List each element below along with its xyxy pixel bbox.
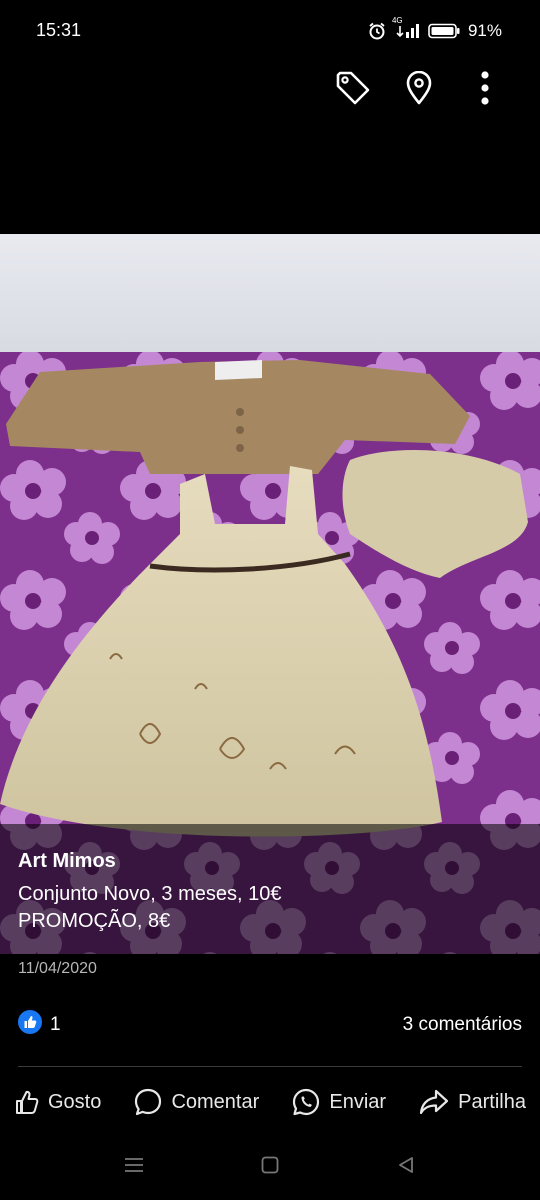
top-actions [320, 68, 518, 112]
share-label: Partilha [458, 1090, 526, 1113]
system-nav-bar [0, 1142, 540, 1192]
like-button[interactable]: Gosto [14, 1088, 101, 1116]
post-date: 11/04/2020 [18, 960, 97, 977]
location-pin-icon [405, 70, 433, 110]
photo-illustration [0, 234, 540, 954]
home-button[interactable] [256, 1153, 284, 1181]
location-button[interactable] [386, 68, 452, 112]
send-button[interactable]: Enviar [291, 1087, 386, 1117]
post-photo[interactable] [0, 234, 540, 954]
comment-bubble-icon [133, 1087, 163, 1117]
network-type: 4G [391, 16, 403, 25]
like-count: 1 [50, 1014, 61, 1035]
status-bar: 15:31 4G 91% [0, 0, 540, 62]
back-button[interactable] [392, 1153, 420, 1181]
caption-line-1: Conjunto Novo, 3 meses, 10€ [18, 883, 282, 905]
comment-label: Comentar [171, 1090, 260, 1113]
tag-icon [334, 69, 372, 112]
signal-icon: 4G [392, 16, 420, 40]
status-icons: 4G 91% [368, 16, 502, 44]
caption-line-2: PROMOÇÃO, 8€ [18, 910, 171, 932]
send-label: Enviar [329, 1090, 387, 1113]
share-button[interactable]: Partilha [418, 1088, 526, 1116]
comments-count[interactable]: 3 comentários [403, 1014, 522, 1036]
thumbs-up-icon [14, 1088, 40, 1116]
author-name[interactable]: Art Mimos [18, 850, 518, 873]
home-square-icon [261, 1156, 279, 1179]
more-vertical-icon [480, 70, 490, 110]
whatsapp-icon [291, 1087, 321, 1117]
like-label: Gosto [48, 1090, 102, 1113]
tag-button[interactable] [320, 68, 386, 112]
divider [18, 1066, 522, 1067]
likes-summary[interactable]: 1 [18, 1010, 61, 1040]
alarm-icon [368, 22, 386, 40]
battery-percent: 91% [467, 21, 502, 40]
back-triangle-icon [397, 1156, 415, 1179]
status-time: 15:31 [36, 20, 82, 40]
more-options-button[interactable] [452, 68, 518, 112]
share-arrow-icon [418, 1088, 450, 1116]
post-caption: Art Mimos Conjunto Novo, 3 meses, 10€ PR… [18, 850, 518, 935]
reactions-row: 1 3 comentários [18, 1010, 522, 1040]
action-bar: Gosto Comentar Enviar Partilha [14, 1082, 526, 1122]
recents-button[interactable] [120, 1153, 148, 1181]
battery-icon [428, 23, 460, 39]
like-reaction-icon [18, 1010, 42, 1040]
comment-button[interactable]: Comentar [133, 1087, 259, 1117]
menu-lines-icon [124, 1157, 144, 1178]
